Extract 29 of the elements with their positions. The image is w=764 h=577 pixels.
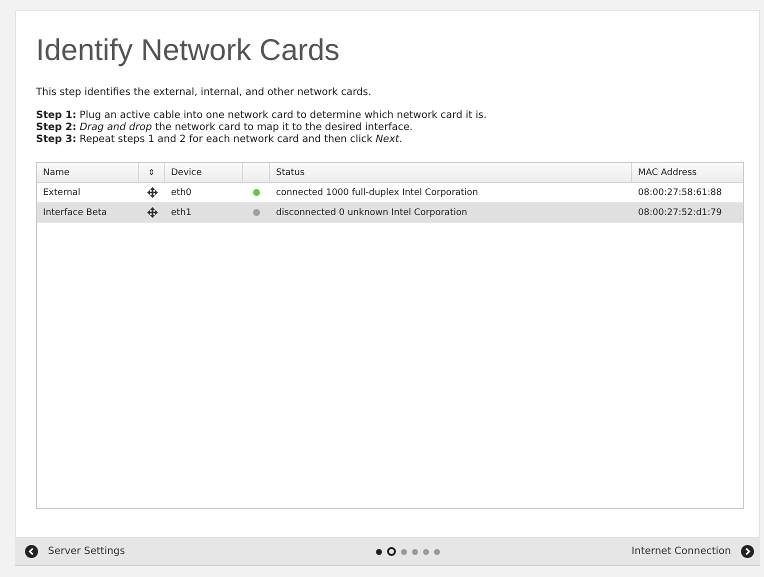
column-header[interactable]: Name — [37, 163, 139, 182]
step-text: Step 2: Drag and drop the network card to map it to the desired interface. — [36, 122, 414, 134]
table-cell: eth1 — [171, 208, 192, 218]
table-row[interactable]: Interface Beta eth1 disconnected 0 unknown Intel Corporation 08:00:27:52:d1:79 — [37, 203, 743, 223]
column-header[interactable]: Status — [270, 163, 632, 182]
table-cell: External — [43, 188, 80, 198]
move-icon[interactable] — [146, 207, 158, 218]
page-dot[interactable] — [412, 548, 418, 554]
intro-text: This step identifies the external, internal, and other network cards. — [36, 87, 372, 98]
page-dot[interactable] — [434, 548, 440, 554]
column-header[interactable]: MAC Address — [632, 163, 743, 182]
table-cell: Interface Beta — [43, 208, 107, 218]
sort-header[interactable]: ⇕ — [139, 163, 165, 182]
table-cell: connected 1000 full-duplex Intel Corporation — [276, 188, 478, 198]
next-link[interactable]: Internet Connection — [632, 545, 754, 558]
page-dot[interactable] — [387, 547, 396, 556]
table-cell: 08:00:27:52:d1:79 — [638, 208, 722, 218]
column-header[interactable]: Device — [165, 163, 243, 182]
step-text: Step 3: Repeat steps 1 and 2 for each network card and then click Next. — [36, 134, 404, 146]
table-cell: eth0 — [171, 188, 192, 198]
step-text: Step 1: Plug an active cable into one network card to determine which network card it is. — [36, 110, 488, 122]
page-dot[interactable] — [376, 548, 382, 554]
page-dot[interactable] — [401, 548, 408, 554]
page-title: Identify Network Cards — [36, 33, 340, 69]
move-icon[interactable] — [146, 187, 158, 198]
table-cell: 08:00:27:58:61:88 — [638, 188, 722, 198]
table-cell: disconnected 0 unknown Intel Corporation — [276, 208, 468, 218]
page-dot[interactable] — [423, 548, 430, 554]
back-link[interactable]: Server Settings — [25, 545, 125, 558]
